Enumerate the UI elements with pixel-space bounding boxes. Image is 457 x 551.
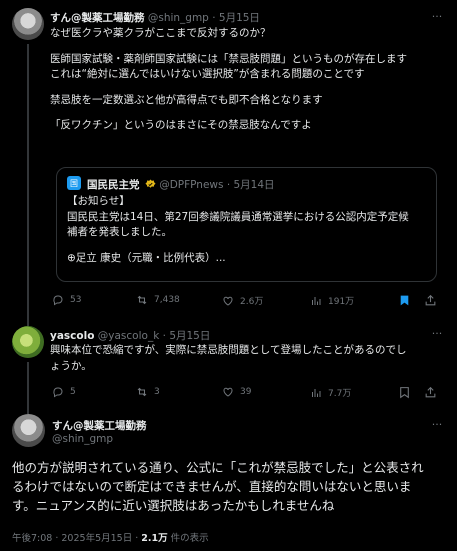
- reply-button[interactable]: 53: [52, 294, 81, 306]
- quote-display-name: 国民民主党: [87, 179, 140, 191]
- bookmark-icon[interactable]: [398, 386, 411, 399]
- more-options-icon[interactable]: ···: [430, 419, 444, 430]
- thread-line: [27, 362, 29, 408]
- quote-header: 国民民主党 @DPFPnews · 5月14日: [87, 179, 275, 191]
- repost-icon: [137, 387, 147, 397]
- display-name[interactable]: すん@製薬工場勤務: [52, 420, 147, 432]
- view-count: 2.1万: [141, 533, 168, 544]
- display-name[interactable]: yascolo: [50, 330, 94, 342]
- avatar[interactable]: [12, 414, 45, 447]
- tweet-1[interactable]: すん@製薬工場勤務 @shin_gmp · 5月15日 ··· なぜ医クラや薬ク…: [0, 0, 457, 320]
- tweet-header: yascolo @yascolo_k · 5月15日: [50, 330, 211, 342]
- views-chart-icon: [312, 388, 321, 397]
- tweet-text: 興味本位で恐縮ですが、実際に禁忌肢問題として登場したことがあるのでし ょうか。: [50, 344, 407, 372]
- heart-icon: [223, 387, 233, 397]
- repost-button[interactable]: 7,438: [136, 294, 180, 306]
- verified-gold-icon: [145, 179, 156, 188]
- handle[interactable]: @shin_gmp: [52, 433, 113, 445]
- quote-text: 【お知らせ】 国民民主党は14日、第27回参議院議員通常選挙における公認内定予定…: [67, 195, 409, 264]
- avatar[interactable]: [12, 8, 44, 40]
- tweet-text: 他の方が説明されている通り、公式に「これが禁忌肢でした」と公表され るわけではな…: [12, 460, 424, 513]
- share-icon[interactable]: [424, 294, 437, 307]
- handle[interactable]: @yascolo_k: [98, 330, 160, 342]
- dpfp-logo-icon: 国: [67, 176, 81, 190]
- handle[interactable]: @shin_gmp: [148, 12, 209, 24]
- heart-icon: [223, 296, 233, 306]
- bookmark-icon[interactable]: [398, 294, 411, 307]
- tweet-text: なぜ医クラや薬クラがここまで反対するのか？ 医師国家試験・薬剤師国家試験には「禁…: [50, 27, 407, 131]
- repost-icon: [137, 295, 147, 305]
- thread-line: [27, 44, 29, 320]
- display-name[interactable]: すん@製薬工場勤務: [50, 12, 145, 24]
- more-options-icon[interactable]: ···: [430, 11, 444, 22]
- repost-button[interactable]: 3: [136, 386, 160, 398]
- tweet-2[interactable]: yascolo @yascolo_k · 5月15日 ··· 興味本位で恐縮です…: [0, 320, 457, 408]
- tweet-metadata: 午後7:08 · 2025年5月15日 · 2.1万 件の表示: [12, 533, 209, 544]
- views-chart-icon: [312, 296, 321, 305]
- share-icon[interactable]: [424, 386, 437, 399]
- timestamp[interactable]: 5月15日: [219, 12, 260, 24]
- reply-icon: [53, 295, 63, 306]
- tweet-header: すん@製薬工場勤務 @shin_gmp · 5月15日: [50, 12, 260, 24]
- quote-handle: @DPFPnews: [159, 179, 224, 191]
- timestamp[interactable]: 午後7:08 · 2025年5月15日 ·: [12, 533, 141, 544]
- like-button[interactable]: 2.6万: [222, 294, 263, 307]
- avatar[interactable]: [12, 326, 44, 358]
- timestamp[interactable]: 5月15日: [169, 330, 210, 342]
- views-button[interactable]: 191万: [310, 294, 354, 307]
- reply-icon: [53, 387, 63, 398]
- views-button[interactable]: 7.7万: [310, 386, 351, 399]
- more-options-icon[interactable]: ···: [430, 328, 444, 339]
- quoted-tweet[interactable]: 国 国民民主党 @DPFPnews · 5月14日 【お知らせ】 国民民主党は1…: [56, 167, 437, 282]
- like-button[interactable]: 39: [222, 386, 251, 398]
- display-name-block: すん@製薬工場勤務: [52, 418, 147, 433]
- reply-button[interactable]: 5: [52, 386, 76, 398]
- quote-timestamp: 5月14日: [233, 179, 275, 191]
- tweet-3-focused: すん@製薬工場勤務 @shin_gmp ··· 他の方が説明されている通り、公式…: [0, 408, 457, 551]
